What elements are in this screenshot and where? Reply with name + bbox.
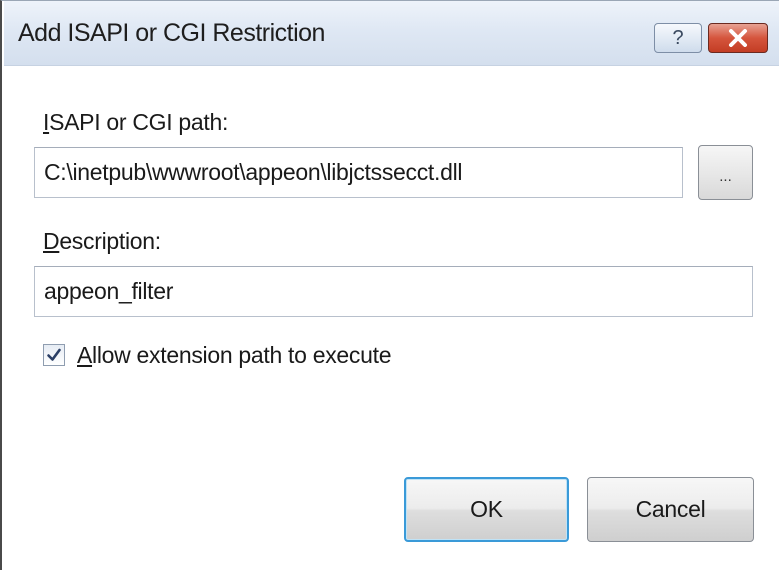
- description-label: Description:: [43, 228, 161, 254]
- description-input-value: appeon_filter: [44, 278, 174, 304]
- title-bar[interactable]: Add ISAPI or CGI Restriction ?: [4, 1, 779, 66]
- path-label: ISAPI or CGI path:: [43, 109, 229, 135]
- cancel-button[interactable]: Cancel: [587, 477, 754, 542]
- path-input[interactable]: C:\inetpub\wwwroot\appeon\libjctssecct.d…: [34, 147, 683, 198]
- question-mark-icon: ?: [672, 26, 684, 49]
- close-button[interactable]: [708, 23, 768, 53]
- allow-execute-checkbox[interactable]: [43, 344, 65, 366]
- path-input-value: C:\inetpub\wwwroot\appeon\libjctssecct.d…: [44, 159, 463, 185]
- close-x-icon: [729, 29, 747, 47]
- ok-button-label: OK: [470, 496, 503, 522]
- add-isapi-dialog: Add ISAPI or CGI Restriction ? ISAPI or …: [0, 0, 779, 570]
- ok-button[interactable]: OK: [404, 477, 569, 542]
- help-button[interactable]: ?: [654, 23, 702, 53]
- description-input[interactable]: appeon_filter: [34, 266, 753, 317]
- window-title: Add ISAPI or CGI Restriction: [18, 19, 325, 47]
- allow-execute-label[interactable]: Allow extension path to execute: [77, 342, 392, 369]
- cancel-button-label: Cancel: [635, 496, 706, 522]
- checkmark-icon: [47, 348, 61, 361]
- ellipsis-icon: ...: [719, 168, 732, 185]
- browse-button[interactable]: ...: [698, 145, 753, 200]
